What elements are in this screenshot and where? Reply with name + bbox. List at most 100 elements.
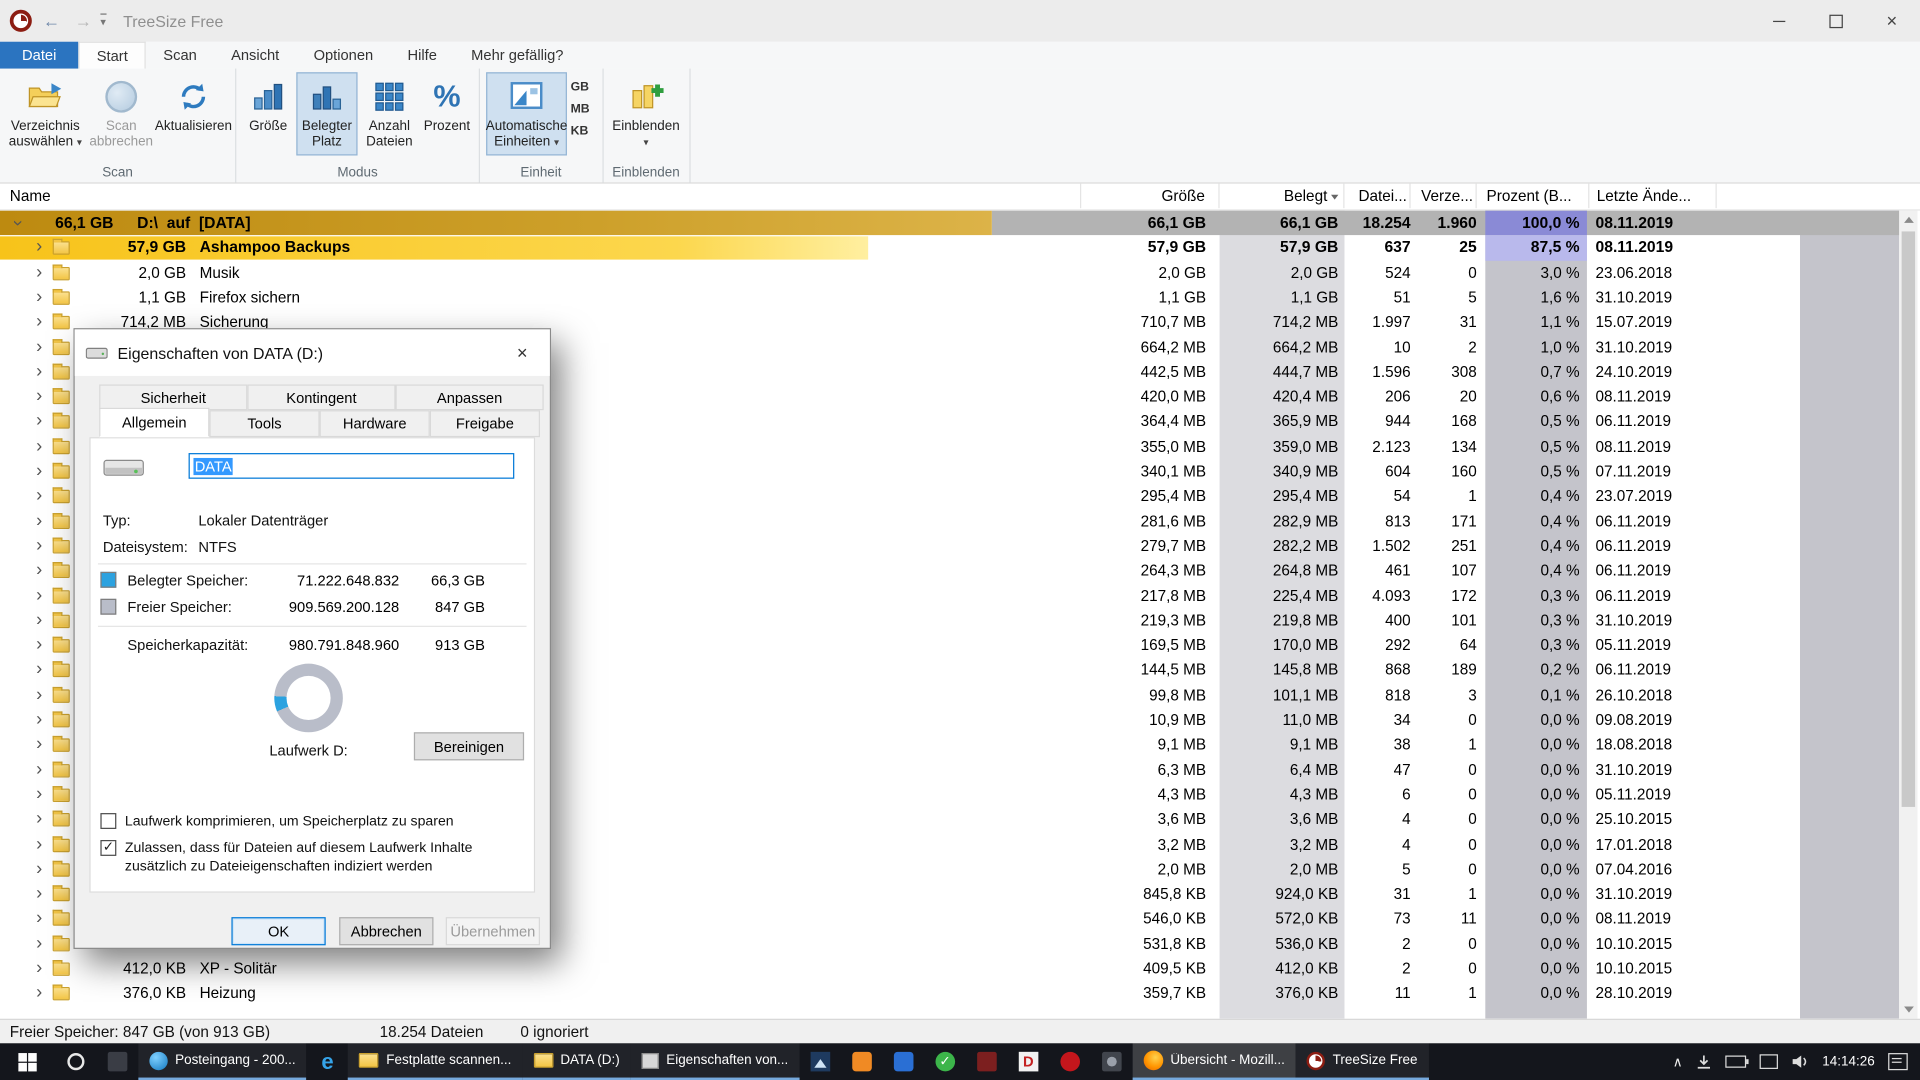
- expand-chevron-icon[interactable]: ›: [32, 907, 47, 932]
- tab-mehr-gefaellig[interactable]: Mehr gefällig?: [454, 42, 581, 69]
- tab-kontingent[interactable]: Kontingent: [247, 384, 395, 410]
- mail-app-button[interactable]: Posteingang - 200...: [138, 1043, 306, 1080]
- tab-datei[interactable]: Datei: [0, 42, 78, 69]
- tab-freigabe[interactable]: Freigabe: [430, 410, 540, 437]
- expand-chevron-icon[interactable]: ›: [32, 534, 47, 559]
- expand-chevron-icon[interactable]: ›: [32, 807, 47, 832]
- expand-chevron-icon[interactable]: ›: [32, 360, 47, 385]
- unit-gb-button[interactable]: GB: [571, 81, 590, 94]
- column-header-prozent[interactable]: Prozent (B...: [1483, 184, 1590, 208]
- expand-chevron-icon[interactable]: ›: [32, 509, 47, 534]
- scrollbar-thumb[interactable]: [1902, 231, 1915, 807]
- table-row[interactable]: ›2,0 GBMusik2,0 GB2,0 GB52403,0 %23.06.2…: [0, 260, 1920, 285]
- unit-mb-button[interactable]: MB: [571, 103, 590, 116]
- apply-button[interactable]: Übernehmen: [446, 917, 540, 945]
- table-row[interactable]: ›376,0 KBHeizung359,7 KB376,0 KB1110,0 %…: [0, 981, 1920, 1006]
- expand-chevron-icon[interactable]: ›: [32, 857, 47, 882]
- auto-units-button[interactable]: Automatische Einheiten ▾: [486, 72, 567, 155]
- back-button[interactable]: ←: [39, 11, 63, 31]
- ok-button[interactable]: OK: [231, 917, 325, 945]
- dialog-close-button[interactable]: ×: [495, 329, 550, 376]
- expand-chevron-icon[interactable]: ›: [32, 981, 47, 1006]
- network-icon[interactable]: [1760, 1054, 1778, 1069]
- media-app-icon[interactable]: [1049, 1043, 1091, 1080]
- expand-chevron-icon[interactable]: ›: [32, 882, 47, 907]
- clock[interactable]: 14:14:26: [1822, 1043, 1874, 1080]
- mode-allocated-button[interactable]: Belegter Platz: [296, 72, 357, 155]
- volume-label-input[interactable]: DATA: [189, 453, 515, 479]
- mode-filecount-button[interactable]: Anzahl Dateien: [360, 72, 419, 155]
- expand-chevron-icon[interactable]: ›: [32, 708, 47, 733]
- expand-chevron-icon[interactable]: ›: [32, 608, 47, 633]
- expand-chevron-icon[interactable]: ›: [32, 484, 47, 509]
- quick-access-chevron-icon[interactable]: ▾: [100, 13, 106, 29]
- app-logo-icon[interactable]: [10, 10, 32, 32]
- action-center-icon[interactable]: [1888, 1053, 1908, 1070]
- close-button[interactable]: ×: [1864, 0, 1920, 42]
- expand-chevron-icon[interactable]: ›: [32, 733, 47, 758]
- tab-hardware[interactable]: Hardware: [320, 410, 430, 437]
- expand-chevron-icon[interactable]: ›: [32, 782, 47, 807]
- scroll-down-button[interactable]: [1899, 1000, 1917, 1018]
- maximize-button[interactable]: [1807, 0, 1863, 42]
- battery-icon[interactable]: [1726, 1056, 1747, 1068]
- expand-chevron-icon[interactable]: ›: [32, 385, 47, 410]
- tab-scan[interactable]: Scan: [146, 42, 214, 69]
- mode-percent-button[interactable]: % Prozent: [421, 72, 472, 155]
- expand-chevron-icon[interactable]: ›: [5, 216, 30, 231]
- blue-app-icon[interactable]: [883, 1043, 925, 1080]
- camera-app-icon[interactable]: [1091, 1043, 1133, 1080]
- orange-app-icon[interactable]: [841, 1043, 883, 1080]
- column-header-belegt[interactable]: Belegt: [1220, 184, 1345, 208]
- antivirus-icon[interactable]: ✓: [924, 1043, 966, 1080]
- refresh-button[interactable]: Aktualisieren: [158, 72, 229, 155]
- tab-start[interactable]: Start: [78, 42, 146, 69]
- tab-sicherheit[interactable]: Sicherheit: [99, 384, 247, 410]
- pinned-app-icon[interactable]: [97, 1043, 139, 1080]
- expand-chevron-icon[interactable]: ›: [32, 583, 47, 608]
- column-header-groesse[interactable]: Größe: [1081, 184, 1219, 208]
- column-header-verzeichnisse[interactable]: Verze...: [1411, 184, 1477, 208]
- tab-allgemein[interactable]: Allgemein: [99, 408, 209, 437]
- expand-chevron-icon[interactable]: ›: [32, 335, 47, 360]
- properties-window-button[interactable]: Eigenschaften von...: [631, 1043, 800, 1080]
- expand-chevron-icon[interactable]: ›: [32, 310, 47, 335]
- explorer-window-button[interactable]: Festplatte scannen...: [348, 1043, 522, 1080]
- expand-chevron-icon[interactable]: ›: [32, 633, 47, 658]
- darkred-app-icon[interactable]: [966, 1043, 1008, 1080]
- column-header-name[interactable]: Name: [0, 184, 1081, 208]
- expand-chevron-icon[interactable]: ›: [32, 235, 47, 260]
- treesize-window-button[interactable]: TreeSize Free: [1296, 1043, 1429, 1080]
- expand-chevron-icon[interactable]: ›: [32, 658, 47, 683]
- expand-chevron-icon[interactable]: ›: [32, 459, 47, 484]
- tray-download-icon[interactable]: [1696, 1054, 1712, 1070]
- column-header-dateien[interactable]: Datei...: [1344, 184, 1410, 208]
- index-contents-checkbox[interactable]: ✓: [100, 840, 116, 856]
- table-row[interactable]: ›66,1 GBD:\ auf [DATA]66,1 GB66,1 GB18.2…: [0, 211, 1920, 236]
- compress-drive-checkbox[interactable]: [100, 813, 116, 829]
- show-columns-button[interactable]: Einblenden ▾: [609, 72, 682, 155]
- photos-app-icon[interactable]: [799, 1043, 841, 1080]
- scroll-up-button[interactable]: [1899, 211, 1917, 229]
- expand-chevron-icon[interactable]: ›: [32, 757, 47, 782]
- table-row[interactable]: ›412,0 KBXP - Solitär409,5 KB412,0 KB200…: [0, 956, 1920, 981]
- expand-chevron-icon[interactable]: ›: [32, 931, 47, 956]
- tab-optionen[interactable]: Optionen: [296, 42, 390, 69]
- tab-anpassen[interactable]: Anpassen: [396, 384, 544, 410]
- firefox-window-button[interactable]: Übersicht - Mozill...: [1132, 1043, 1296, 1080]
- table-row[interactable]: ›1,1 GBFirefox sichern1,1 GB1,1 GB5151,6…: [0, 285, 1920, 310]
- select-directory-button[interactable]: Verzeichnis auswählen ▾: [6, 72, 84, 155]
- expand-chevron-icon[interactable]: ›: [32, 409, 47, 434]
- expand-chevron-icon[interactable]: ›: [32, 434, 47, 459]
- expand-chevron-icon[interactable]: ›: [32, 832, 47, 857]
- disk-cleanup-button[interactable]: Bereinigen: [414, 732, 524, 760]
- table-row[interactable]: ›57,9 GBAshampoo Backups57,9 GB57,9 GB63…: [0, 235, 1920, 260]
- minimize-button[interactable]: [1751, 0, 1807, 42]
- expand-chevron-icon[interactable]: ›: [32, 559, 47, 584]
- tray-expand-icon[interactable]: ∧: [1673, 1054, 1683, 1070]
- expand-chevron-icon[interactable]: ›: [32, 956, 47, 981]
- volume-icon[interactable]: [1792, 1054, 1809, 1069]
- tab-hilfe[interactable]: Hilfe: [390, 42, 454, 69]
- windows-start-button[interactable]: [0, 1043, 55, 1080]
- d-app-icon[interactable]: D: [1007, 1043, 1049, 1080]
